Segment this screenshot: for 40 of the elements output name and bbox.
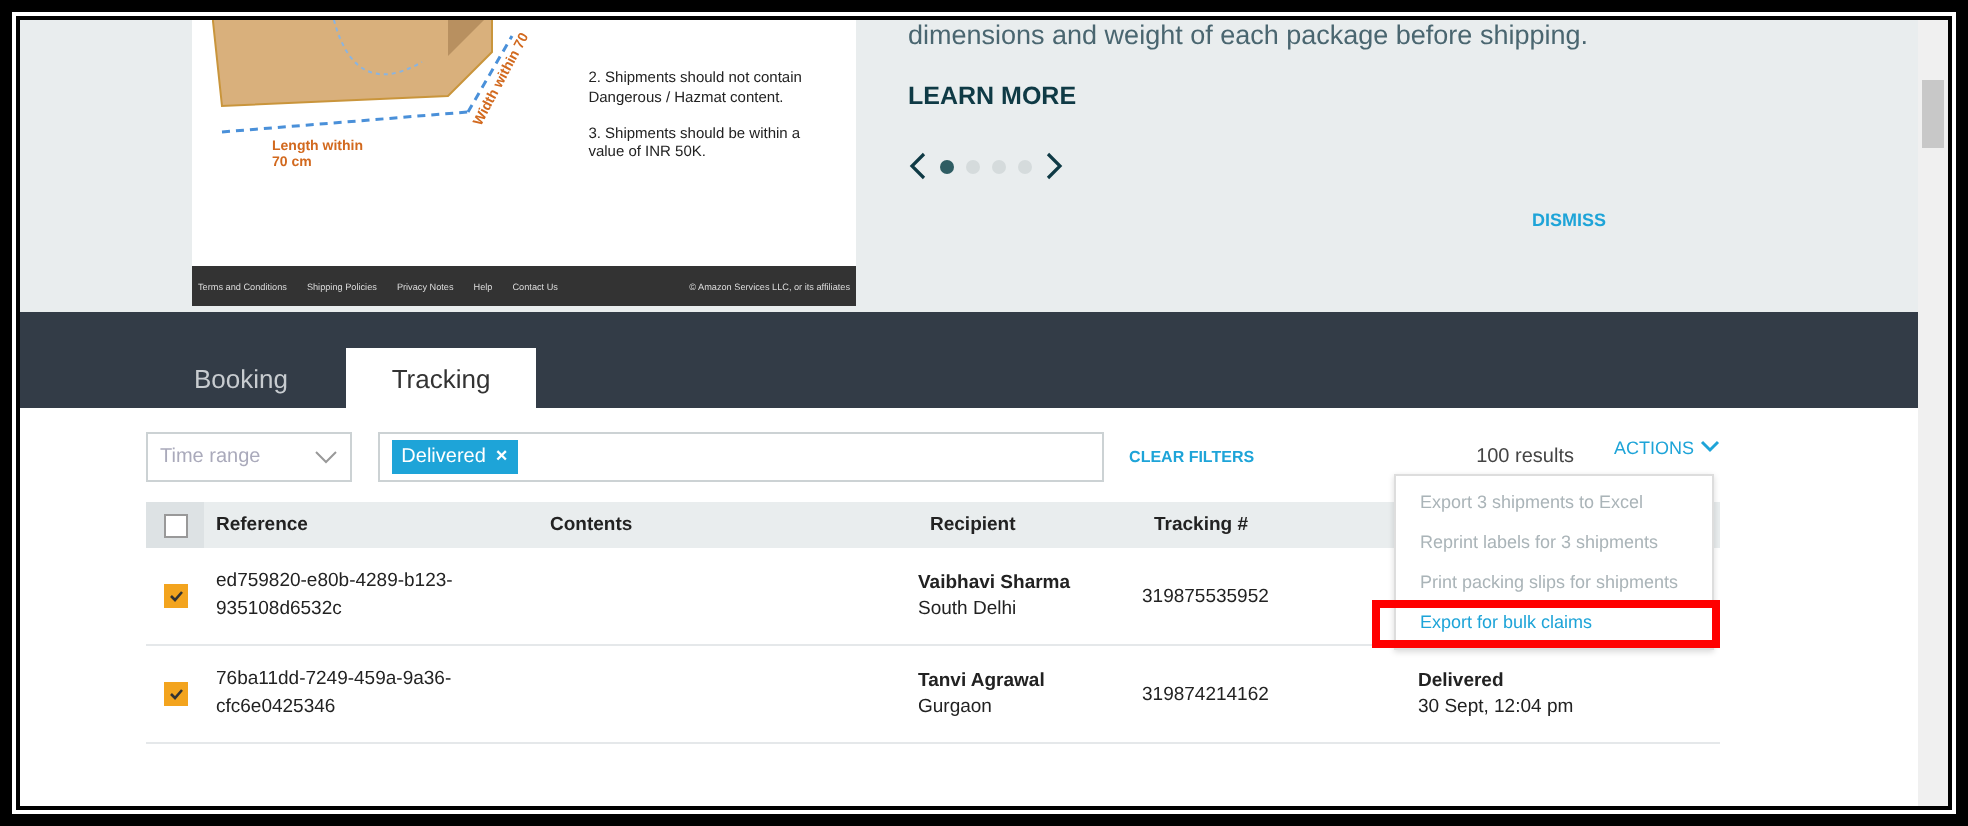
carousel-dot[interactable] xyxy=(940,159,954,173)
scrollbar-thumb[interactable] xyxy=(1922,80,1944,148)
column-header: Reference xyxy=(214,511,310,539)
checkmark-icon xyxy=(165,684,185,704)
chevron-down-icon xyxy=(1700,440,1720,454)
results-count: 100 results xyxy=(1476,446,1574,468)
checkbox[interactable] xyxy=(163,584,187,608)
checkmark-icon xyxy=(165,586,185,606)
time-range-dropdown[interactable]: Time range xyxy=(146,432,352,482)
remove-chip-button[interactable]: × xyxy=(495,446,508,468)
reference-cell-text: ed759820-e80b-4289-b123-935108d6532c xyxy=(214,568,455,624)
actions-menu-button[interactable]: ACTIONS xyxy=(1613,437,1720,457)
tracking-number: 319874214162 xyxy=(1142,683,1271,705)
filter-field[interactable]: Delivered × xyxy=(377,432,1104,482)
filter-chip[interactable]: Delivered × xyxy=(391,440,518,474)
chip-label: Delivered xyxy=(401,446,486,468)
tab[interactable]: Tracking xyxy=(346,348,536,408)
recipient-name: Vaibhavi Sharma xyxy=(918,569,1073,596)
dismiss-link[interactable]: DISMISS xyxy=(1532,210,1607,230)
recipient-city: South Delhi xyxy=(918,596,1019,623)
recipient-name: Tanvi Agrawal xyxy=(918,667,1047,694)
menu-item[interactable]: Export for bulk claims xyxy=(1396,602,1712,642)
checkbox[interactable] xyxy=(163,513,187,537)
chevron-down-icon xyxy=(313,450,338,464)
clear-filters-link[interactable]: CLEAR FILTERS xyxy=(1129,448,1255,466)
chevron-left-icon[interactable] xyxy=(908,150,928,182)
learn-more-link[interactable]: LEARN MORE xyxy=(908,82,1077,110)
status-time: 30 Sept, 12:04 pm xyxy=(1418,694,1574,721)
chevron-right-icon[interactable] xyxy=(1044,150,1064,182)
recipient-city: Gurgaon xyxy=(918,694,994,721)
tracking-number: 319875535952 xyxy=(1142,585,1271,607)
column-header: Tracking # xyxy=(1154,514,1250,536)
column-header: Contents xyxy=(550,514,635,536)
placeholder-text: Time range xyxy=(160,446,261,468)
status-text: Delivered xyxy=(1418,667,1506,694)
checkbox[interactable] xyxy=(163,682,187,706)
reference-cell-text: 76ba11dd-7249-459a-9a36-cfc6e0425346 xyxy=(214,666,454,722)
promo-description: dimensions and weight of each package before shipping. xyxy=(908,20,1590,50)
column-header: Recipient xyxy=(930,511,1018,539)
tab[interactable]: Booking xyxy=(146,348,336,408)
